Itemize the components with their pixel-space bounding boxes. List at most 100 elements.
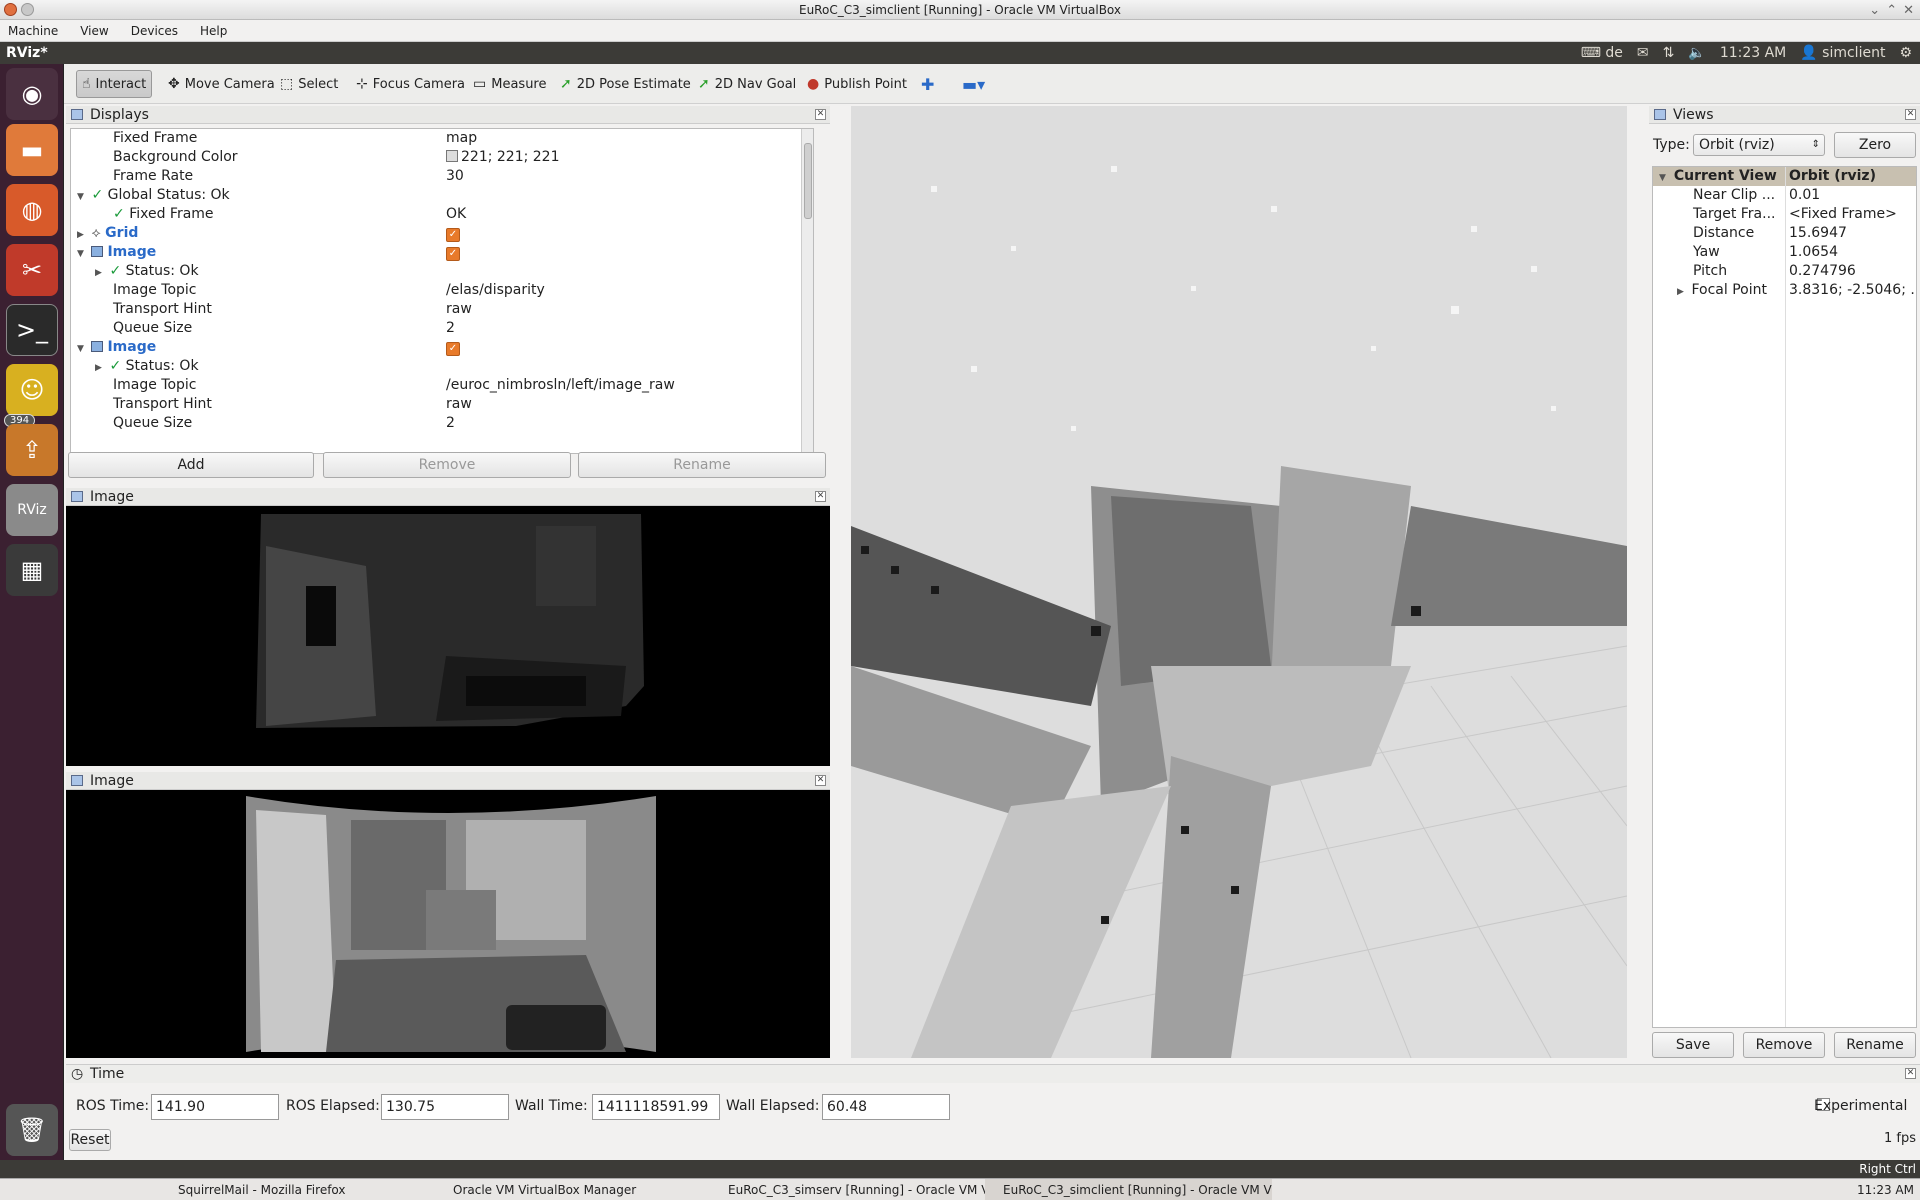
tree-row[interactable]: Fixed Frame map (71, 129, 813, 148)
ros-icon[interactable]: ☺ (6, 364, 58, 416)
property-value[interactable]: 30 (446, 167, 464, 186)
tree-row[interactable]: ▼ ✓ Global Status: Ok (71, 186, 813, 205)
reset-button[interactable]: Reset (69, 1129, 111, 1151)
task-firefox[interactable]: SquirrelMail - Mozilla Firefox (160, 1179, 346, 1200)
property-value[interactable]: 2 (446, 319, 455, 338)
tree-row[interactable]: Transport Hint raw (71, 395, 813, 414)
taskbar-clock[interactable]: 11:23 AM (1857, 1179, 1914, 1200)
keyboard-icon[interactable]: ⌨ de (1581, 42, 1623, 64)
mail-icon[interactable]: ✉ (1637, 42, 1649, 64)
measure-tool[interactable]: ▭ Measure (468, 70, 551, 98)
dash-icon[interactable]: ◉ (6, 68, 58, 120)
property-value[interactable]: /elas/disparity (446, 281, 545, 300)
task-simclient[interactable]: EuRoC_C3_simclient [Running] - Oracle VM… (985, 1179, 1272, 1200)
property-value[interactable]: 15.6947 (1789, 224, 1847, 243)
property-value[interactable]: 0.274796 (1789, 262, 1856, 281)
menu-devices[interactable]: Devices (131, 20, 178, 41)
tree-row[interactable]: Transport Hint raw (71, 300, 813, 319)
ros-elapsed-field[interactable]: 130.75 (381, 1094, 509, 1120)
close-icon[interactable]: ✕ (815, 491, 826, 502)
property-value[interactable]: map (446, 129, 477, 148)
update-icon[interactable]: ⇪ (6, 424, 58, 476)
window-controls-left[interactable] (4, 3, 34, 16)
remove-view-button[interactable]: Remove (1743, 1032, 1825, 1058)
enable-checkbox[interactable]: ✓ (446, 342, 460, 356)
clock[interactable]: 11:23 AM (1720, 42, 1786, 64)
tree-row[interactable]: Image Topic/euroc_nimbrosln/left/image_r… (71, 376, 813, 395)
user-menu[interactable]: 👤 simclient (1800, 42, 1885, 64)
add-button[interactable]: Add (68, 452, 314, 478)
rename-button[interactable]: Rename (578, 452, 826, 478)
point-cloud-render[interactable] (851, 106, 1627, 1058)
tree-row[interactable]: ▶ ⟡ Grid ✓ (71, 224, 813, 243)
close-icon[interactable]: ✕ (815, 109, 826, 120)
property-value[interactable]: 221; 221; 221 (446, 148, 560, 167)
color-swatch[interactable] (446, 150, 458, 162)
terminal-icon[interactable]: >_ (6, 304, 58, 356)
close-icon[interactable]: ✕ (1905, 1068, 1916, 1079)
displays-scrollbar[interactable] (801, 129, 813, 453)
menu-help[interactable]: Help (200, 20, 227, 41)
wall-time-field[interactable]: 1411118591.99 (592, 1094, 720, 1120)
minimize-icon[interactable] (21, 3, 34, 16)
property-value[interactable]: 1.0654 (1789, 243, 1838, 262)
tree-row[interactable]: Queue Size 2 (71, 319, 813, 338)
tree-row[interactable]: Background Color 221; 221; 221 (71, 148, 813, 167)
firefox-icon[interactable]: ◍ (6, 184, 58, 236)
property-value[interactable]: /euroc_nimbrosln/left/image_raw (446, 376, 675, 395)
enable-checkbox[interactable]: ✓ (446, 247, 460, 261)
trash-icon[interactable]: 🗑 (6, 1104, 58, 1156)
property-value[interactable]: <Fixed Frame> (1789, 205, 1897, 224)
workspace-icon[interactable]: ▦ (6, 544, 58, 596)
close-icon[interactable]: ✕ (1905, 109, 1916, 120)
task-vbox-manager[interactable]: Oracle VM VirtualBox Manager (435, 1179, 636, 1200)
tree-row[interactable]: Image Topic/elas/disparity (71, 281, 813, 300)
nav-goal-tool[interactable]: ➚ 2D Nav Goal (693, 70, 801, 98)
focus-camera-tool[interactable]: ⊹ Focus Camera (351, 70, 470, 98)
property-value[interactable]: 0.01 (1789, 186, 1820, 205)
property-value[interactable]: raw (446, 395, 472, 414)
window-controls-right[interactable]: ⌄ ⌃ ✕ (1869, 1, 1914, 21)
scrollbar-thumb[interactable] (804, 143, 812, 219)
settings-icon[interactable]: ✂ (6, 244, 58, 296)
wall-elapsed-field[interactable]: 60.48 (822, 1094, 950, 1120)
pose-estimate-tool[interactable]: ➚ 2D Pose Estimate (555, 70, 696, 98)
tree-row[interactable]: Queue Size 2 (71, 414, 813, 433)
publish-point-tool[interactable]: ● Publish Point (802, 70, 912, 98)
property-value[interactable]: raw (446, 300, 472, 319)
chevron-up-icon[interactable]: ⌃ (1886, 1, 1897, 21)
rviz-icon[interactable]: RViz (6, 484, 58, 536)
close-icon[interactable]: ✕ (815, 775, 826, 786)
rename-view-button[interactable]: Rename (1834, 1032, 1916, 1058)
tree-row[interactable]: ▶ ✓ Status: Ok (71, 262, 813, 281)
move-camera-tool[interactable]: ✥ Move Camera (163, 70, 280, 98)
views-tree[interactable]: ▼ Current View Orbit (rviz) Near Clip ...… (1652, 166, 1917, 1028)
tree-row[interactable]: Frame Rate 30 (71, 167, 813, 186)
menu-machine[interactable]: Machine (8, 20, 58, 41)
remove-button[interactable]: Remove (323, 452, 571, 478)
interact-tool[interactable]: ☝ Interact (76, 70, 153, 98)
expand-icon[interactable]: ▶ (1677, 283, 1687, 302)
volume-icon[interactable]: 🔈 (1688, 42, 1705, 64)
tree-row[interactable]: ▶ ✓ Status: Ok (71, 357, 813, 376)
displays-tree[interactable]: Fixed Frame map Background Color 221; 221;… (70, 128, 814, 454)
close-icon[interactable] (4, 3, 17, 16)
3d-view[interactable] (851, 106, 1627, 1058)
tree-row[interactable]: ▼ Image ✓ (71, 338, 813, 357)
zero-button[interactable]: Zero (1834, 132, 1916, 158)
close-icon[interactable]: ✕ (1903, 1, 1914, 21)
save-button[interactable]: Save (1652, 1032, 1734, 1058)
network-icon[interactable]: ⇅ (1663, 42, 1675, 64)
add-tool-icon[interactable]: ✚ (916, 70, 939, 98)
ros-time-field[interactable]: 141.90 (151, 1094, 279, 1120)
tree-row[interactable]: ✓ Fixed Frame OK (71, 205, 813, 224)
gear-icon[interactable]: ⚙ (1899, 42, 1912, 64)
chevron-down-icon[interactable]: ⌄ (1869, 1, 1880, 21)
tree-row[interactable]: ▼ Image ✓ (71, 243, 813, 262)
files-icon[interactable]: ▬ (6, 124, 58, 176)
select-tool[interactable]: ⬚ Select (275, 70, 343, 98)
menu-view[interactable]: View (80, 20, 108, 41)
task-simserv[interactable]: EuRoC_C3_simserv [Running] - Oracle VM V… (710, 1179, 993, 1200)
enable-checkbox[interactable]: ✓ (446, 228, 460, 242)
property-value[interactable]: 3.8316; -2.5046; ... (1789, 281, 1916, 300)
